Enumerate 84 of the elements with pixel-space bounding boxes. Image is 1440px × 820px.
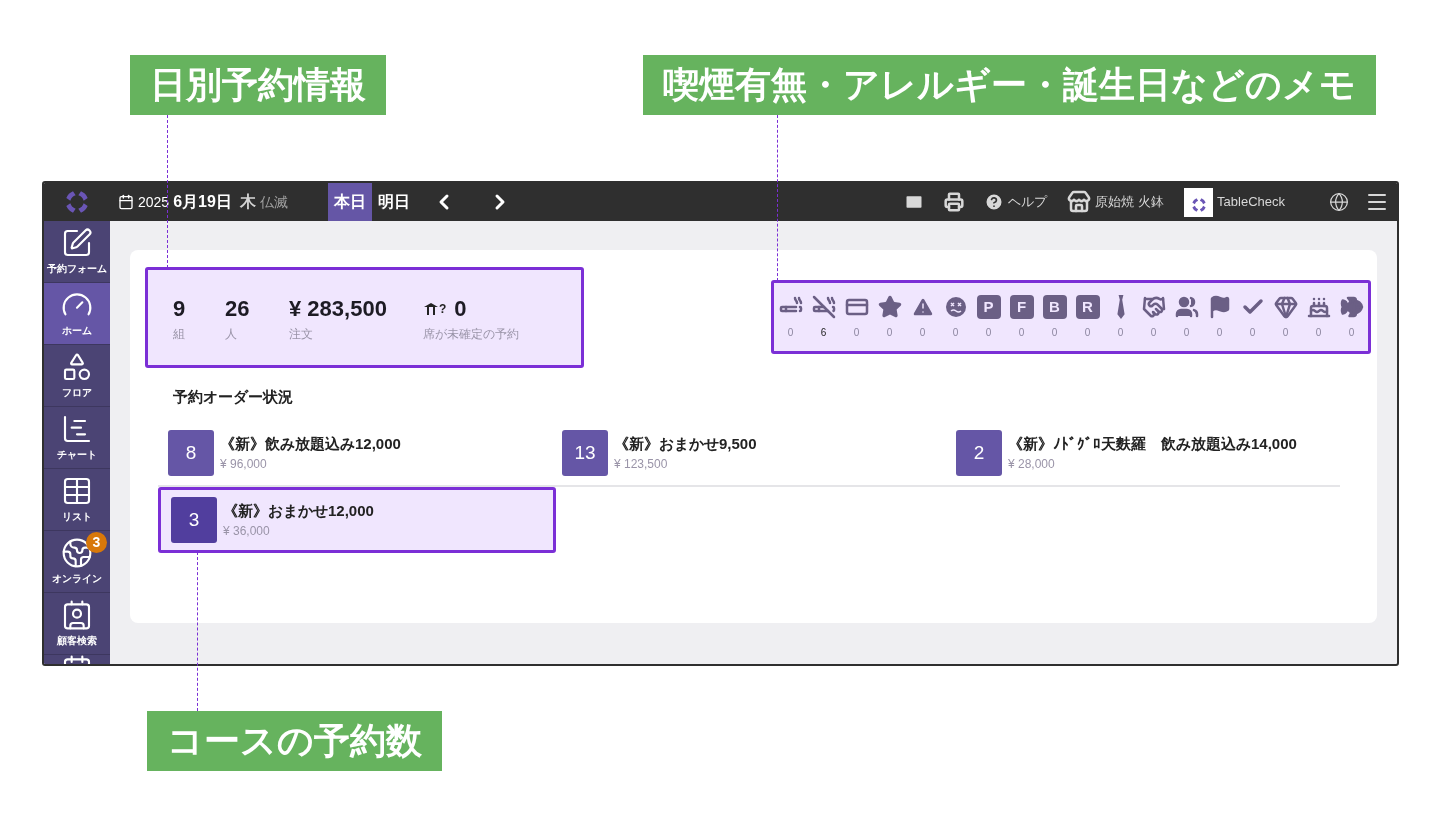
letter-icon: F <box>1009 294 1034 319</box>
course-count: 3 <box>171 497 217 543</box>
callout-label: 喫煙有無・アレルギー・誕生日などのメモ <box>643 55 1376 115</box>
gantt-icon <box>61 413 93 445</box>
memo-count: 0 <box>952 325 959 340</box>
memo-count: 0 <box>853 325 860 340</box>
notification-badge: 3 <box>86 532 107 553</box>
course-count: 2 <box>956 430 1002 476</box>
stat-value: 26 <box>225 295 250 323</box>
rokuyo-text: 仏滅 <box>259 192 288 212</box>
stat-value: 9 <box>173 295 186 323</box>
course-price: ¥ 28,000 <box>1008 456 1056 474</box>
course-item[interactable]: 3 《新》おまかせ12,000 ¥ 36,000 <box>158 487 556 553</box>
table-icon <box>61 475 93 507</box>
pencil-square-icon <box>61 227 93 259</box>
memo-count: 0 <box>919 325 926 340</box>
stat-label: 注文 <box>289 326 314 343</box>
memo-count: 0 <box>1051 325 1058 340</box>
course-name: 《新》ﾉﾄﾞｸﾞﾛ天麩羅 飲み放題込み14,000 <box>1008 433 1297 454</box>
id-card-icon <box>61 599 93 631</box>
course-item[interactable]: 2 《新》ﾉﾄﾞｸﾞﾛ天麩羅 飲み放題込み14,000 ¥ 28,000 <box>946 421 1340 487</box>
stat-value: ¥ 283,500 <box>289 295 387 323</box>
handshake-icon <box>1141 294 1166 319</box>
sidebar-item[interactable]: ホーム <box>44 283 110 345</box>
letter-icon: R <box>1075 294 1100 319</box>
globe-icon <box>61 537 93 569</box>
memo-count: 0 <box>886 325 893 340</box>
sidebar-item[interactable]: フロア <box>44 345 110 407</box>
help-icon <box>984 192 1005 212</box>
callout-label: 日別予約情報 <box>130 55 386 115</box>
course-count: 8 <box>168 430 214 476</box>
section-title: 予約オーダー状況 <box>173 387 293 407</box>
dizzy-face-icon <box>943 294 968 319</box>
memo-count: 0 <box>787 325 794 340</box>
year-text: 2025 <box>138 192 170 212</box>
day-tab[interactable]: 明日 <box>371 183 416 221</box>
course-item[interactable]: 13 《新》おまかせ9,500 ¥ 123,500 <box>552 421 946 487</box>
course-price: ¥ 36,000 <box>223 523 271 541</box>
printer-icon[interactable] <box>944 192 965 212</box>
course-name: 《新》おまかせ12,000 <box>223 500 374 521</box>
people-icon <box>1174 294 1199 319</box>
weekday-text: 木 <box>239 192 256 212</box>
course-count: 13 <box>562 430 608 476</box>
memo-count: 0 <box>1183 325 1190 340</box>
stat-label: 席が未確定の予約 <box>422 326 519 343</box>
memo-count: 0 <box>1348 325 1355 340</box>
memo-count: 0 <box>1018 325 1025 340</box>
course-name: 《新》飲み放題込み12,000 <box>220 433 401 454</box>
help-link[interactable]: ヘルプ <box>1008 192 1048 212</box>
no-smoking-icon <box>811 294 836 319</box>
tie-icon <box>1116 294 1125 319</box>
store-name[interactable]: 原始焼 火鉢 <box>1095 192 1165 212</box>
course-price: ¥ 96,000 <box>220 456 268 474</box>
day-tab[interactable]: 本日 <box>327 183 372 221</box>
sidebar-item[interactable]: チャート <box>44 407 110 469</box>
sidebar-item[interactable]: 顧客検索 <box>44 593 110 655</box>
course-price: ¥ 123,500 <box>614 456 669 474</box>
fish-icon <box>1339 294 1364 319</box>
stat-label: 人 <box>225 326 238 343</box>
date-text: 6月19日 <box>173 192 232 212</box>
memo-count: 0 <box>1150 325 1157 340</box>
memo-count: 0 <box>1216 325 1223 340</box>
globe-icon[interactable] <box>1329 192 1349 212</box>
sidebar-item[interactable]: リスト <box>44 469 110 531</box>
memo-count: 0 <box>1249 325 1256 340</box>
memo-count: 6 <box>820 325 827 340</box>
calendar-icon <box>118 194 134 210</box>
shapes-icon <box>61 351 93 383</box>
memo-count: 0 <box>985 325 992 340</box>
stat-label: 組 <box>173 326 186 343</box>
letter-icon: B <box>1042 294 1067 319</box>
memo-count: 0 <box>1084 325 1091 340</box>
memo-count: 0 <box>1117 325 1124 340</box>
callout-label: コースの予約数 <box>147 711 442 771</box>
store-icon <box>1067 190 1092 214</box>
diamond-icon <box>1273 294 1298 319</box>
course-name: 《新》おまかせ9,500 <box>614 433 757 454</box>
letter-icon: P <box>976 294 1001 319</box>
sidebar-item[interactable]: オンライン 3 <box>44 531 110 593</box>
star-icon <box>877 294 902 319</box>
memo-count: 0 <box>1282 325 1289 340</box>
stat-value: 0 <box>454 295 467 323</box>
memo-count: 0 <box>1315 325 1322 340</box>
account-name: TableCheck <box>1217 193 1285 212</box>
